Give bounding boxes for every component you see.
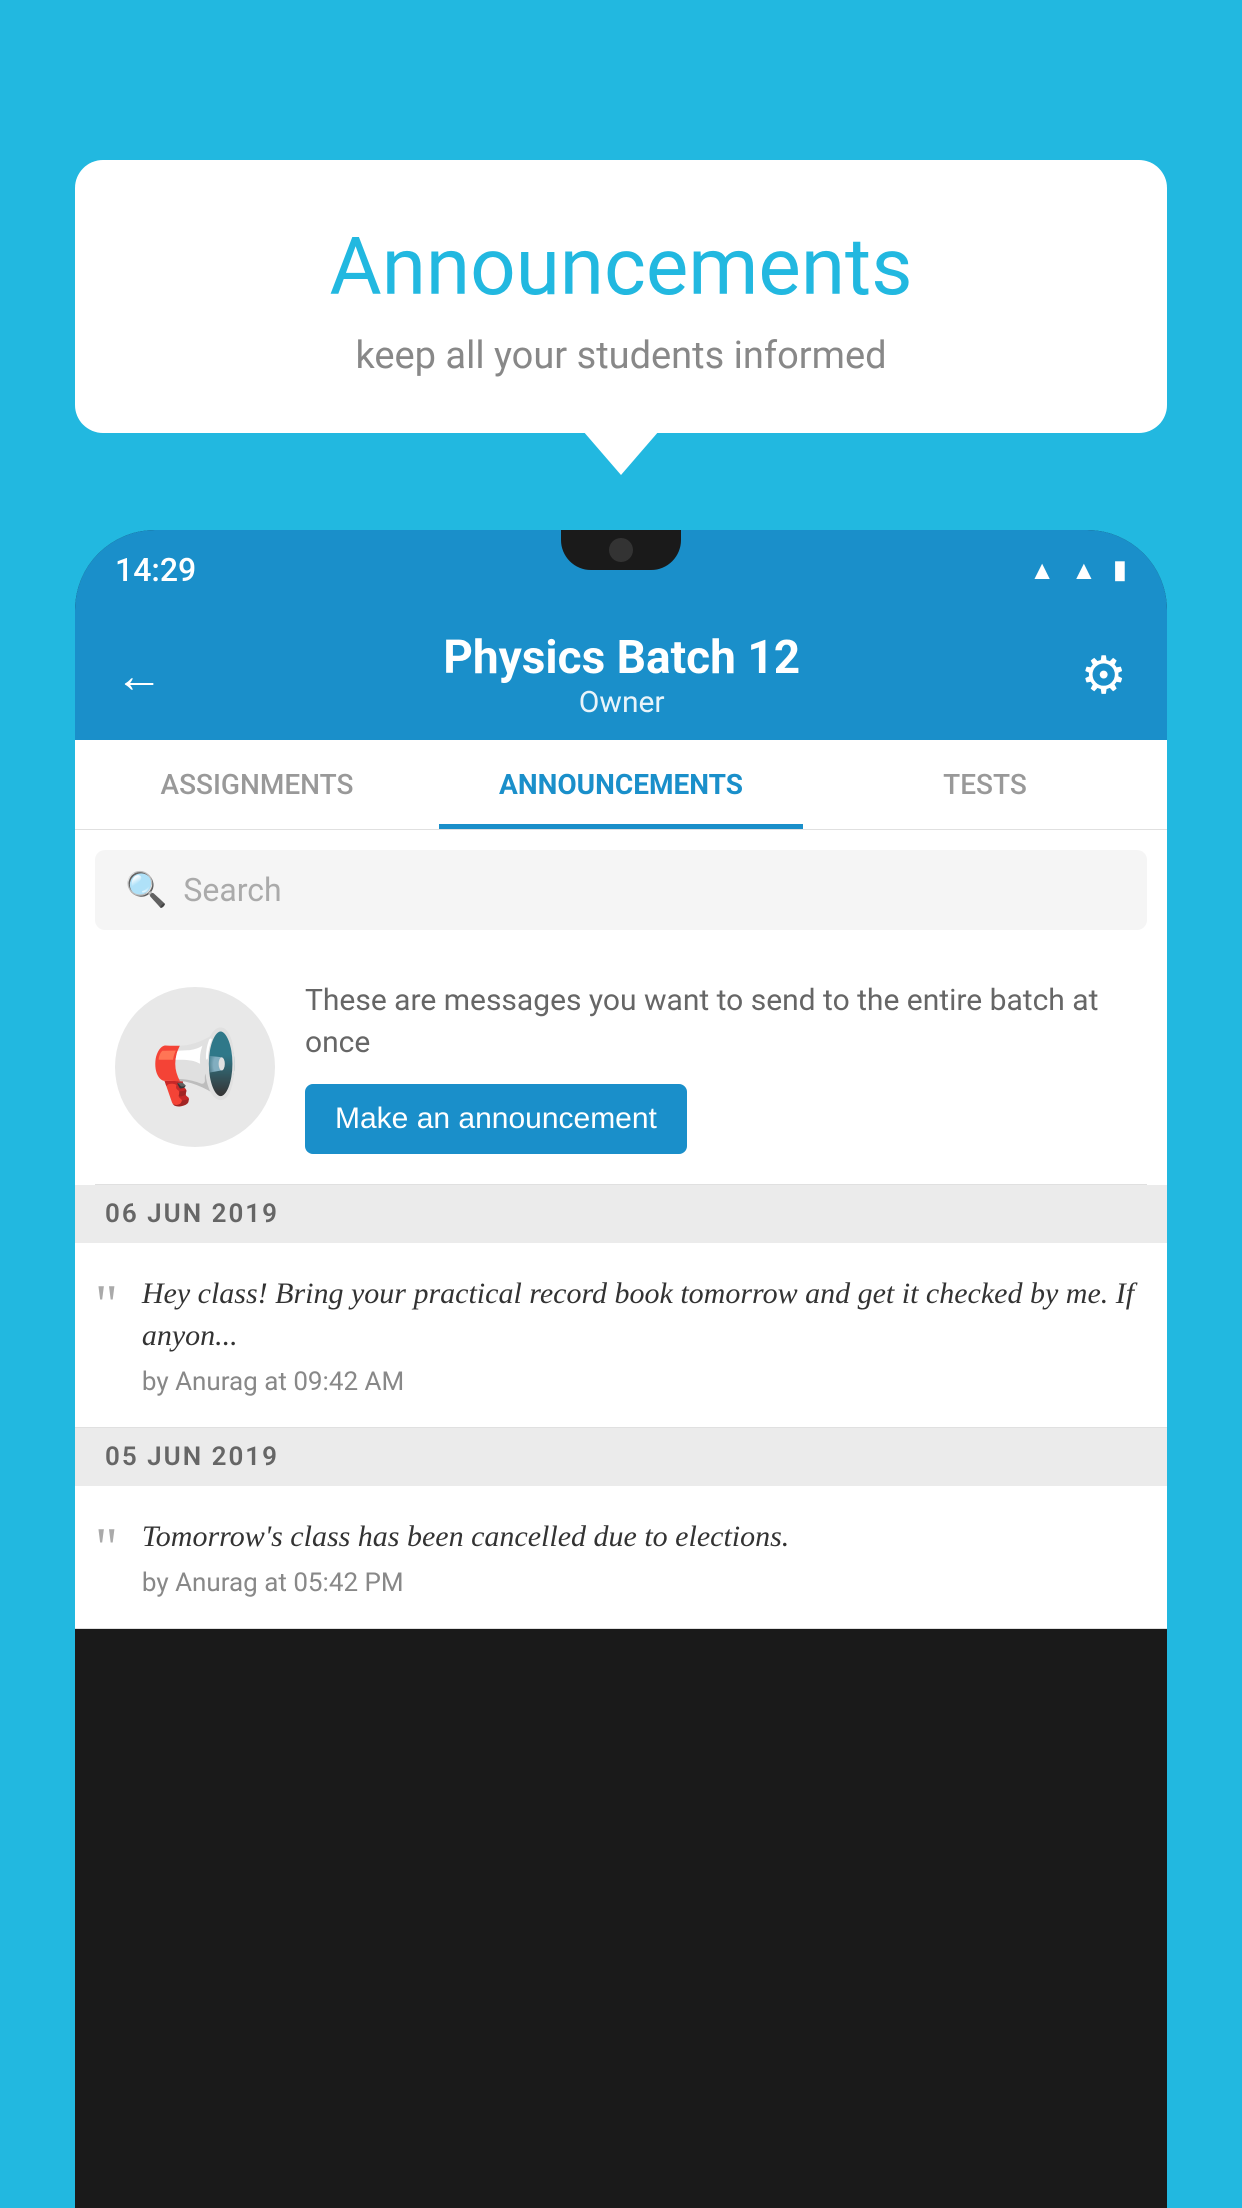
bubble-subtitle: keep all your students informed [125,334,1117,378]
signal-icon: ▲ [1071,555,1097,586]
megaphone-icon: 📢 [150,1025,240,1110]
status-bar: 14:29 ▲ ▲ ▮ [75,530,1167,610]
phone-content: 🔍 Search 📢 These are messages you want t… [75,830,1167,1629]
tab-assignments[interactable]: ASSIGNMENTS [75,740,439,829]
announcement-text-1: Hey class! Bring your practical record b… [142,1273,1147,1397]
quote-icon-2: " [95,1520,118,1576]
app-header: ← Physics Batch 12 Owner ⚙ [75,610,1167,740]
date-separator-2: 05 JUN 2019 [75,1428,1167,1486]
wifi-icon: ▲ [1029,555,1055,586]
status-time: 14:29 [115,551,196,589]
tab-tests[interactable]: TESTS [803,740,1167,829]
date-separator-1: 06 JUN 2019 [75,1185,1167,1243]
search-icon: 🔍 [125,870,167,910]
announcement-author-2: by Anurag at 05:42 PM [142,1568,1147,1598]
search-placeholder: Search [183,871,281,909]
phone-frame: 14:29 ▲ ▲ ▮ ← Physics Batch 12 Owner ⚙ A… [75,530,1167,2208]
promo-card: 📢 These are messages you want to send to… [95,950,1147,1185]
bubble-title: Announcements [125,220,1117,314]
search-bar[interactable]: 🔍 Search [95,850,1147,930]
make-announcement-button[interactable]: Make an announcement [305,1084,687,1154]
announcement-text-2: Tomorrow's class has been cancelled due … [142,1516,1147,1598]
camera-dot [609,538,633,562]
announcement-message-1: Hey class! Bring your practical record b… [142,1273,1147,1357]
header-center: Physics Batch 12 Owner [443,631,800,720]
owner-label: Owner [443,685,800,720]
notch [561,530,681,570]
back-button[interactable]: ← [115,647,163,704]
status-icons: ▲ ▲ ▮ [1029,555,1127,586]
promo-right: These are messages you want to send to t… [305,980,1127,1154]
tab-bar: ASSIGNMENTS ANNOUNCEMENTS TESTS [75,740,1167,830]
battery-icon: ▮ [1113,555,1127,585]
tab-announcements[interactable]: ANNOUNCEMENTS [439,740,803,829]
announcement-message-2: Tomorrow's class has been cancelled due … [142,1516,1147,1558]
promo-description: These are messages you want to send to t… [305,980,1127,1064]
quote-icon-1: " [95,1277,118,1333]
megaphone-circle: 📢 [115,987,275,1147]
announcement-item-2: " Tomorrow's class has been cancelled du… [75,1486,1167,1629]
announcement-author-1: by Anurag at 09:42 AM [142,1367,1147,1397]
speech-bubble-card: Announcements keep all your students inf… [75,160,1167,433]
batch-title: Physics Batch 12 [443,631,800,685]
settings-icon[interactable]: ⚙ [1080,645,1127,706]
announcement-item-1: " Hey class! Bring your practical record… [75,1243,1167,1428]
